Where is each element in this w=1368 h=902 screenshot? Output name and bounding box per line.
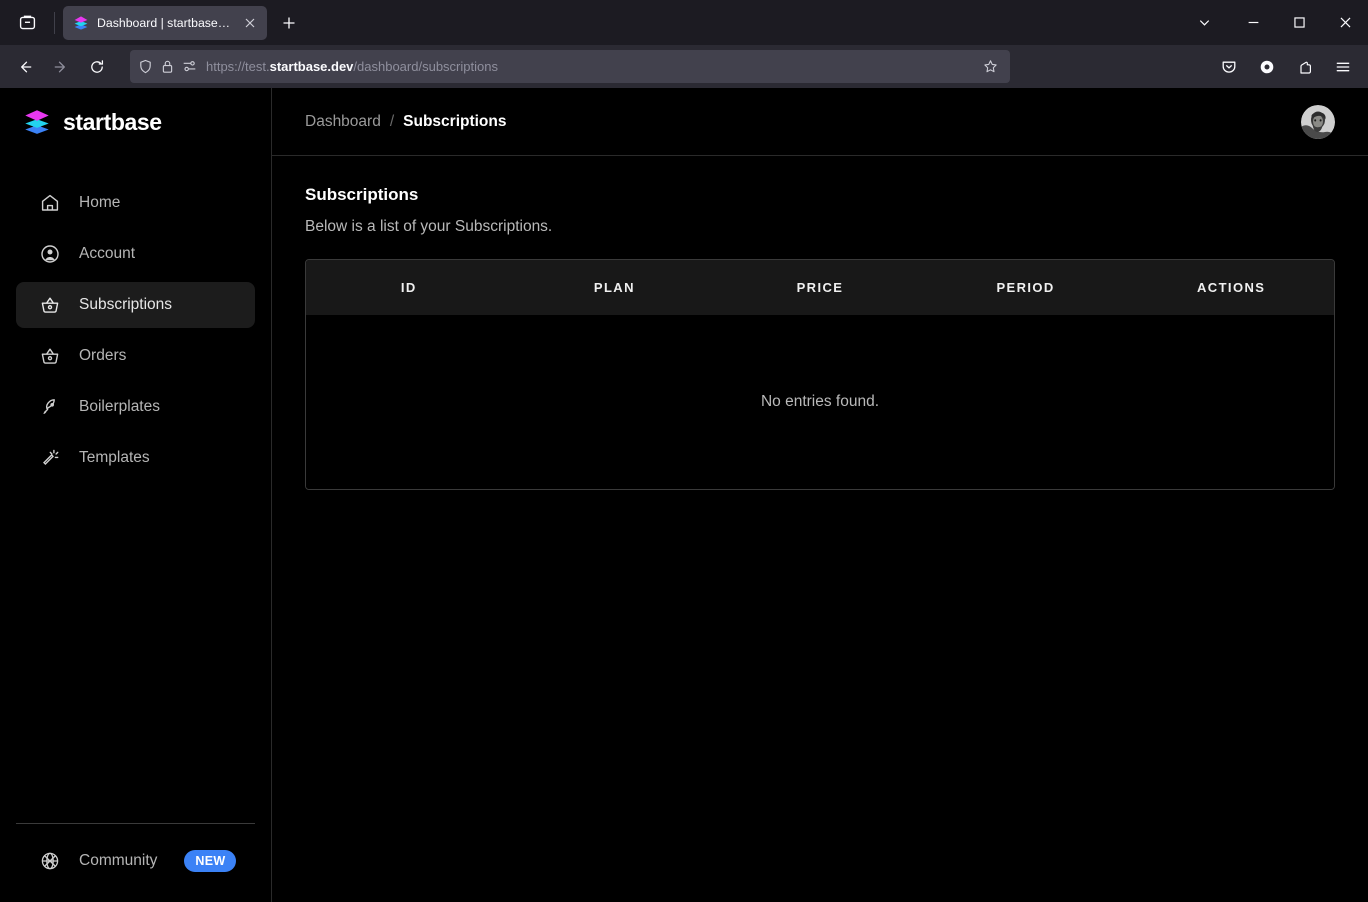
browser-tab[interactable]: Dashboard | startbase.dev [63,5,267,40]
sidebar-item-orders[interactable]: Orders [16,333,255,379]
breadcrumb: Dashboard / Subscriptions [305,113,507,131]
site-permissions-icon[interactable] [182,59,197,74]
globe-icon [40,851,60,871]
window-close-icon[interactable] [1322,0,1368,45]
web-app: startbase Home Account Subscriptions Ord… [0,88,1368,902]
url-prefix: https://test. [206,59,270,74]
tracking-protection-shield-icon[interactable] [138,59,153,74]
content-header: Dashboard / Subscriptions [272,88,1368,156]
breadcrumb-separator: / [389,112,395,130]
sidebar-item-label: Boilerplates [79,398,160,415]
basket-icon [40,295,60,315]
breadcrumb-current: Subscriptions [403,112,507,130]
column-header-actions: ACTIONS [1197,280,1266,295]
navigation-toolbar: https://test.startbase.dev/dashboard/sub… [0,45,1368,88]
chevron-down-icon[interactable] [1178,0,1230,45]
column-header-price: PRICE [796,280,844,295]
forward-arrow-icon[interactable] [44,51,78,83]
content-area: Dashboard / Subscriptions Subscriptions … [272,88,1368,902]
tabstrip-divider [54,11,55,34]
toolbar-right-icons [1212,51,1360,83]
sidebar-item-label: Subscriptions [79,296,173,313]
tab-close-icon[interactable] [239,12,261,34]
tab-strip: Dashboard | startbase.dev [0,0,1368,45]
sidebar: startbase Home Account Subscriptions Ord… [0,88,272,902]
url-domain: startbase.dev [269,59,354,74]
firefox-account-icon[interactable] [1250,51,1284,83]
startbase-layers-logo [22,107,52,137]
rocket-icon [40,397,60,417]
window-controls [1178,0,1368,45]
startbase-layers-favicon [73,15,89,31]
sidebar-item-account[interactable]: Account [16,231,255,277]
sidebar-item-label: Orders [79,347,127,364]
user-avatar[interactable] [1301,104,1335,139]
tab-title: Dashboard | startbase.dev [97,15,231,30]
sidebar-footer: Community NEW [0,823,271,902]
sidebar-item-label: Templates [79,449,150,466]
new-badge: NEW [184,850,237,872]
table-header-row: ID PLAN PRICE PERIOD ACTIONS [306,260,1334,315]
page-title: Subscriptions [305,185,419,204]
sidebar-item-templates[interactable]: Templates [16,435,255,481]
sidebar-item-label: Community [79,852,158,869]
column-header-id: ID [400,280,417,295]
url-bar[interactable]: https://test.startbase.dev/dashboard/sub… [130,50,1010,83]
url-path: /dashboard/subscriptions [353,59,498,74]
sidebar-item-home[interactable]: Home [16,180,255,226]
magic-wand-icon [40,448,60,468]
sidebar-item-community[interactable]: Community NEW [16,850,255,872]
tab-list-icon[interactable] [8,7,46,39]
pocket-save-icon[interactable] [1212,51,1246,83]
bookmark-star-icon[interactable] [978,55,1002,79]
home-icon [40,193,60,213]
back-arrow-icon[interactable] [8,51,42,83]
sidebar-item-label: Home [79,194,121,211]
hamburger-menu-icon[interactable] [1326,51,1360,83]
minimize-icon[interactable] [1230,0,1276,45]
sidebar-item-boilerplates[interactable]: Boilerplates [16,384,255,430]
subscriptions-table: ID PLAN PRICE PERIOD ACTIONS No entries … [305,259,1335,490]
padlock-icon[interactable] [160,59,175,74]
main-panel: Subscriptions Below is a list of your Su… [272,156,1368,490]
table-body: No entries found. [306,315,1334,489]
sidebar-divider [16,823,255,824]
maximize-icon[interactable] [1276,0,1322,45]
column-header-period: PERIOD [996,280,1055,295]
sidebar-item-label: Account [79,245,136,262]
brand-name: startbase [63,108,162,135]
sidebar-item-subscriptions[interactable]: Subscriptions [16,282,255,328]
extensions-icon[interactable] [1288,51,1322,83]
reload-icon[interactable] [80,51,114,83]
column-header-plan: PLAN [593,280,635,295]
url-text[interactable]: https://test.startbase.dev/dashboard/sub… [204,59,971,74]
basket-icon [40,346,60,366]
page-subtitle: Below is a list of your Subscriptions. [305,218,553,235]
empty-state-message: No entries found. [760,393,880,410]
user-circle-icon [40,244,60,264]
browser-window: Dashboard | startbase.dev https://test.s… [0,0,1368,902]
sidebar-nav: Home Account Subscriptions Orders Boiler… [0,156,271,481]
new-tab-button[interactable] [273,7,305,39]
breadcrumb-dashboard[interactable]: Dashboard [305,113,381,131]
brand[interactable]: startbase [0,88,271,156]
